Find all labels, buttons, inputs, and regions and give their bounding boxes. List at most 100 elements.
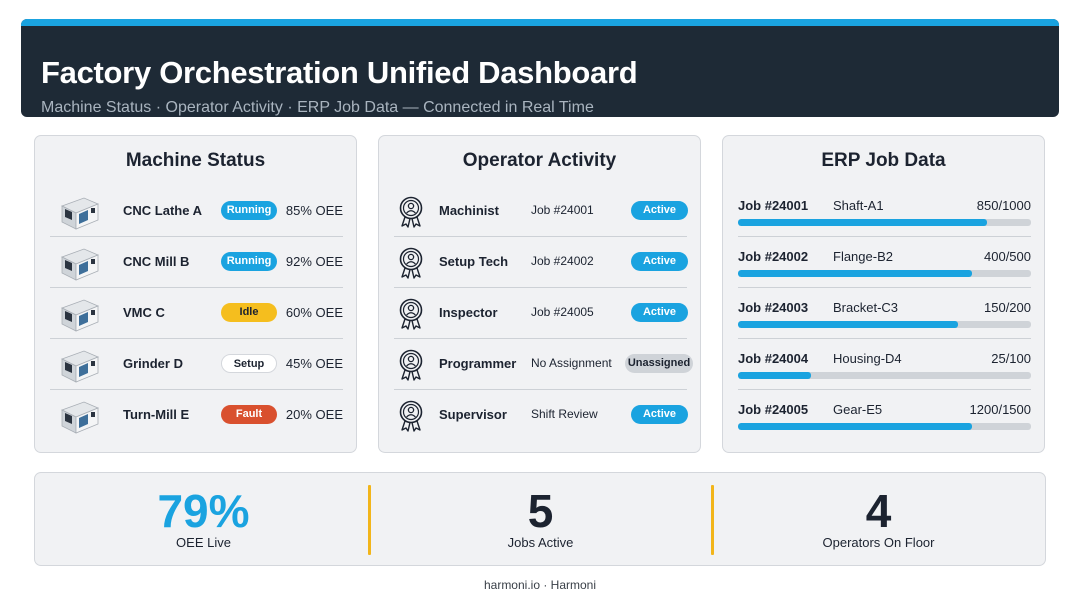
operator-activity-panel: Operator Activity Machinist Job #24001 Act… (378, 135, 701, 453)
operator-row[interactable]: Programmer No Assignment Unassigned (394, 339, 693, 390)
operator-role: Machinist (439, 203, 499, 218)
job-progress-fill (738, 372, 812, 379)
job-progress-track (738, 219, 1031, 226)
job-progress-track (738, 270, 1031, 277)
machine-row[interactable]: Grinder D Setup 45% OEE (50, 339, 343, 390)
kpi-divider (368, 485, 371, 555)
erp-job-row[interactable]: Job #24003 Bracket-C3 150/200 (738, 288, 1031, 339)
status-badge: Setup (221, 354, 277, 373)
operator-role: Supervisor (439, 407, 507, 422)
job-part: Shaft-A1 (833, 198, 884, 213)
status-badge: Active (631, 303, 688, 322)
job-number: Job #24001 (738, 198, 809, 213)
operator-role: Setup Tech (439, 254, 509, 269)
job-progress-fill (738, 270, 973, 277)
job-quantity: 850/1000 (976, 198, 1031, 213)
operator-role: Inspector (439, 305, 498, 320)
job-number: Job #24005 (738, 402, 809, 417)
job-quantity: 400/500 (984, 249, 1031, 264)
machine-name: CNC Mill B (123, 254, 190, 269)
machine-name: Turn-Mill E (123, 407, 190, 422)
machine-row[interactable]: Turn-Mill E Fault 20% OEE (50, 390, 343, 441)
operator-assignment: Job #24005 (531, 305, 594, 319)
kpi-oee-live: 79% OEE Live (35, 473, 372, 567)
operator-row[interactable]: Inspector Job #24005 Active (394, 288, 688, 339)
kpi-value: 79% (157, 485, 250, 537)
operator-row[interactable]: Setup Tech Job #24002 Active (394, 237, 688, 288)
kpi-operators-on-floor: 4 Operators On Floor (710, 473, 1047, 567)
operator-badge-icon (398, 400, 424, 432)
status-badge: Active (631, 405, 688, 424)
machine-row[interactable]: CNC Lathe A Running 85% OEE (50, 186, 343, 237)
job-progress-fill (738, 423, 973, 430)
dashboard-header: Factory Orchestration Unified Dashboard … (21, 19, 1059, 117)
job-part: Bracket-C3 (833, 300, 899, 315)
status-badge: Active (631, 201, 688, 220)
machine-status-panel: Machine Status CNC Lathe A Running 85% OEE… (34, 135, 357, 453)
kpi-label: OEE Live (176, 535, 231, 550)
machine-name: Grinder D (123, 356, 183, 371)
machine-row[interactable]: CNC Mill B Running 92% OEE (50, 237, 343, 288)
job-progress-track (738, 372, 1031, 379)
erp-job-row[interactable]: Job #24004 Housing-D4 25/100 (738, 339, 1031, 390)
job-progress-track (738, 423, 1031, 430)
machine-status-title: Machine Status (125, 150, 266, 171)
kpi-label: Jobs Active (507, 535, 574, 550)
job-part: Flange-B2 (833, 249, 893, 264)
kpi-jobs-active: 5 Jobs Active (372, 473, 709, 567)
operator-assignment: Job #24002 (531, 254, 594, 268)
machine-oee: 85% OEE (285, 203, 343, 218)
job-number: Job #24004 (738, 351, 809, 366)
job-number: Job #24003 (738, 300, 809, 315)
operator-row[interactable]: Machinist Job #24001 Active (394, 186, 688, 237)
status-badge: Running (221, 201, 277, 220)
page-subtitle: Machine Status · Operator Activity · ERP… (41, 99, 594, 116)
kpi-label: Operators On Floor (822, 535, 935, 550)
kpi-strip: 79% OEE Live 5 Jobs Active 4 Operators O… (34, 472, 1046, 566)
operator-assignment: Shift Review (531, 407, 598, 421)
job-progress-fill (738, 219, 988, 226)
job-part: Gear-E5 (833, 402, 883, 417)
status-badge: Active (631, 252, 688, 271)
job-progress-fill (738, 321, 958, 328)
operator-badge-icon (398, 247, 424, 279)
status-badge: Unassigned (625, 354, 693, 373)
operator-badge-icon (398, 298, 424, 330)
footer-credit: harmoni.io · Harmoni (483, 578, 597, 592)
machine-row[interactable]: VMC C Idle 60% OEE (50, 288, 343, 339)
machine-oee: 92% OEE (285, 254, 343, 269)
cnc-lathe-icon (58, 192, 100, 232)
turn-mill-icon (58, 396, 100, 436)
vmc-icon (58, 294, 100, 334)
erp-job-data-panel: ERP Job Data Job #24001 Shaft-A1 850/1000 J… (722, 135, 1045, 453)
header-accent-bar (21, 19, 1059, 26)
job-progress-track (738, 321, 1031, 328)
operator-badge-icon (398, 196, 424, 228)
erp-job-row[interactable]: Job #24001 Shaft-A1 850/1000 (738, 186, 1031, 237)
operator-row[interactable]: Supervisor Shift Review Active (394, 390, 688, 441)
job-part: Housing-D4 (833, 351, 902, 366)
status-badge: Running (221, 252, 277, 271)
page-title: Factory Orchestration Unified Dashboard (41, 55, 638, 90)
operator-badge-icon (398, 349, 424, 381)
machine-oee: 45% OEE (285, 356, 343, 371)
status-badge: Idle (221, 303, 277, 322)
kpi-value: 5 (527, 485, 554, 537)
job-number: Job #24002 (738, 249, 809, 264)
kpi-value: 4 (865, 485, 892, 537)
operator-role: Programmer (439, 356, 517, 371)
erp-job-data-title: ERP Job Data (821, 150, 946, 171)
erp-job-row[interactable]: Job #24005 Gear-E5 1200/1500 (738, 390, 1031, 441)
machine-name: VMC C (123, 305, 165, 320)
job-quantity: 150/200 (984, 300, 1031, 315)
operator-assignment: No Assignment (531, 356, 612, 370)
erp-job-row[interactable]: Job #24002 Flange-B2 400/500 (738, 237, 1031, 288)
operator-assignment: Job #24001 (531, 203, 594, 217)
cnc-mill-icon (58, 243, 100, 283)
job-quantity: 1200/1500 (969, 402, 1031, 417)
status-badge: Fault (221, 405, 277, 424)
machine-oee: 60% OEE (285, 305, 343, 320)
grinder-icon (58, 345, 100, 385)
operator-activity-title: Operator Activity (462, 150, 617, 171)
machine-oee: 20% OEE (285, 407, 343, 422)
